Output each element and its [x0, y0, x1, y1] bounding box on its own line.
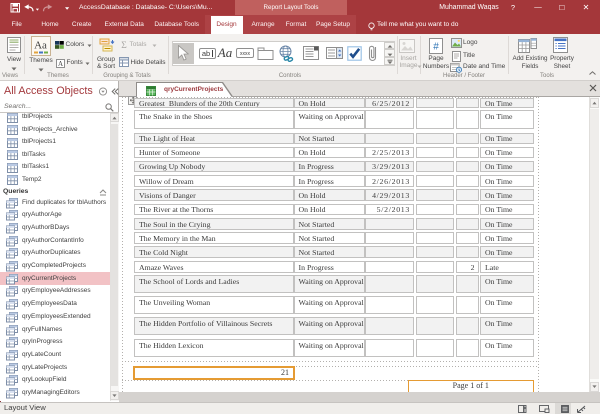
svg-text:Aa: Aa — [34, 39, 47, 51]
svg-text:#: # — [433, 41, 439, 52]
svg-text:A: A — [57, 60, 62, 68]
svg-text:ab: ab — [202, 49, 210, 58]
svg-text:xxxx: xxxx — [240, 51, 251, 57]
svg-text:Aa: Aa — [217, 45, 233, 60]
svg-text:Σ: Σ — [121, 41, 127, 49]
